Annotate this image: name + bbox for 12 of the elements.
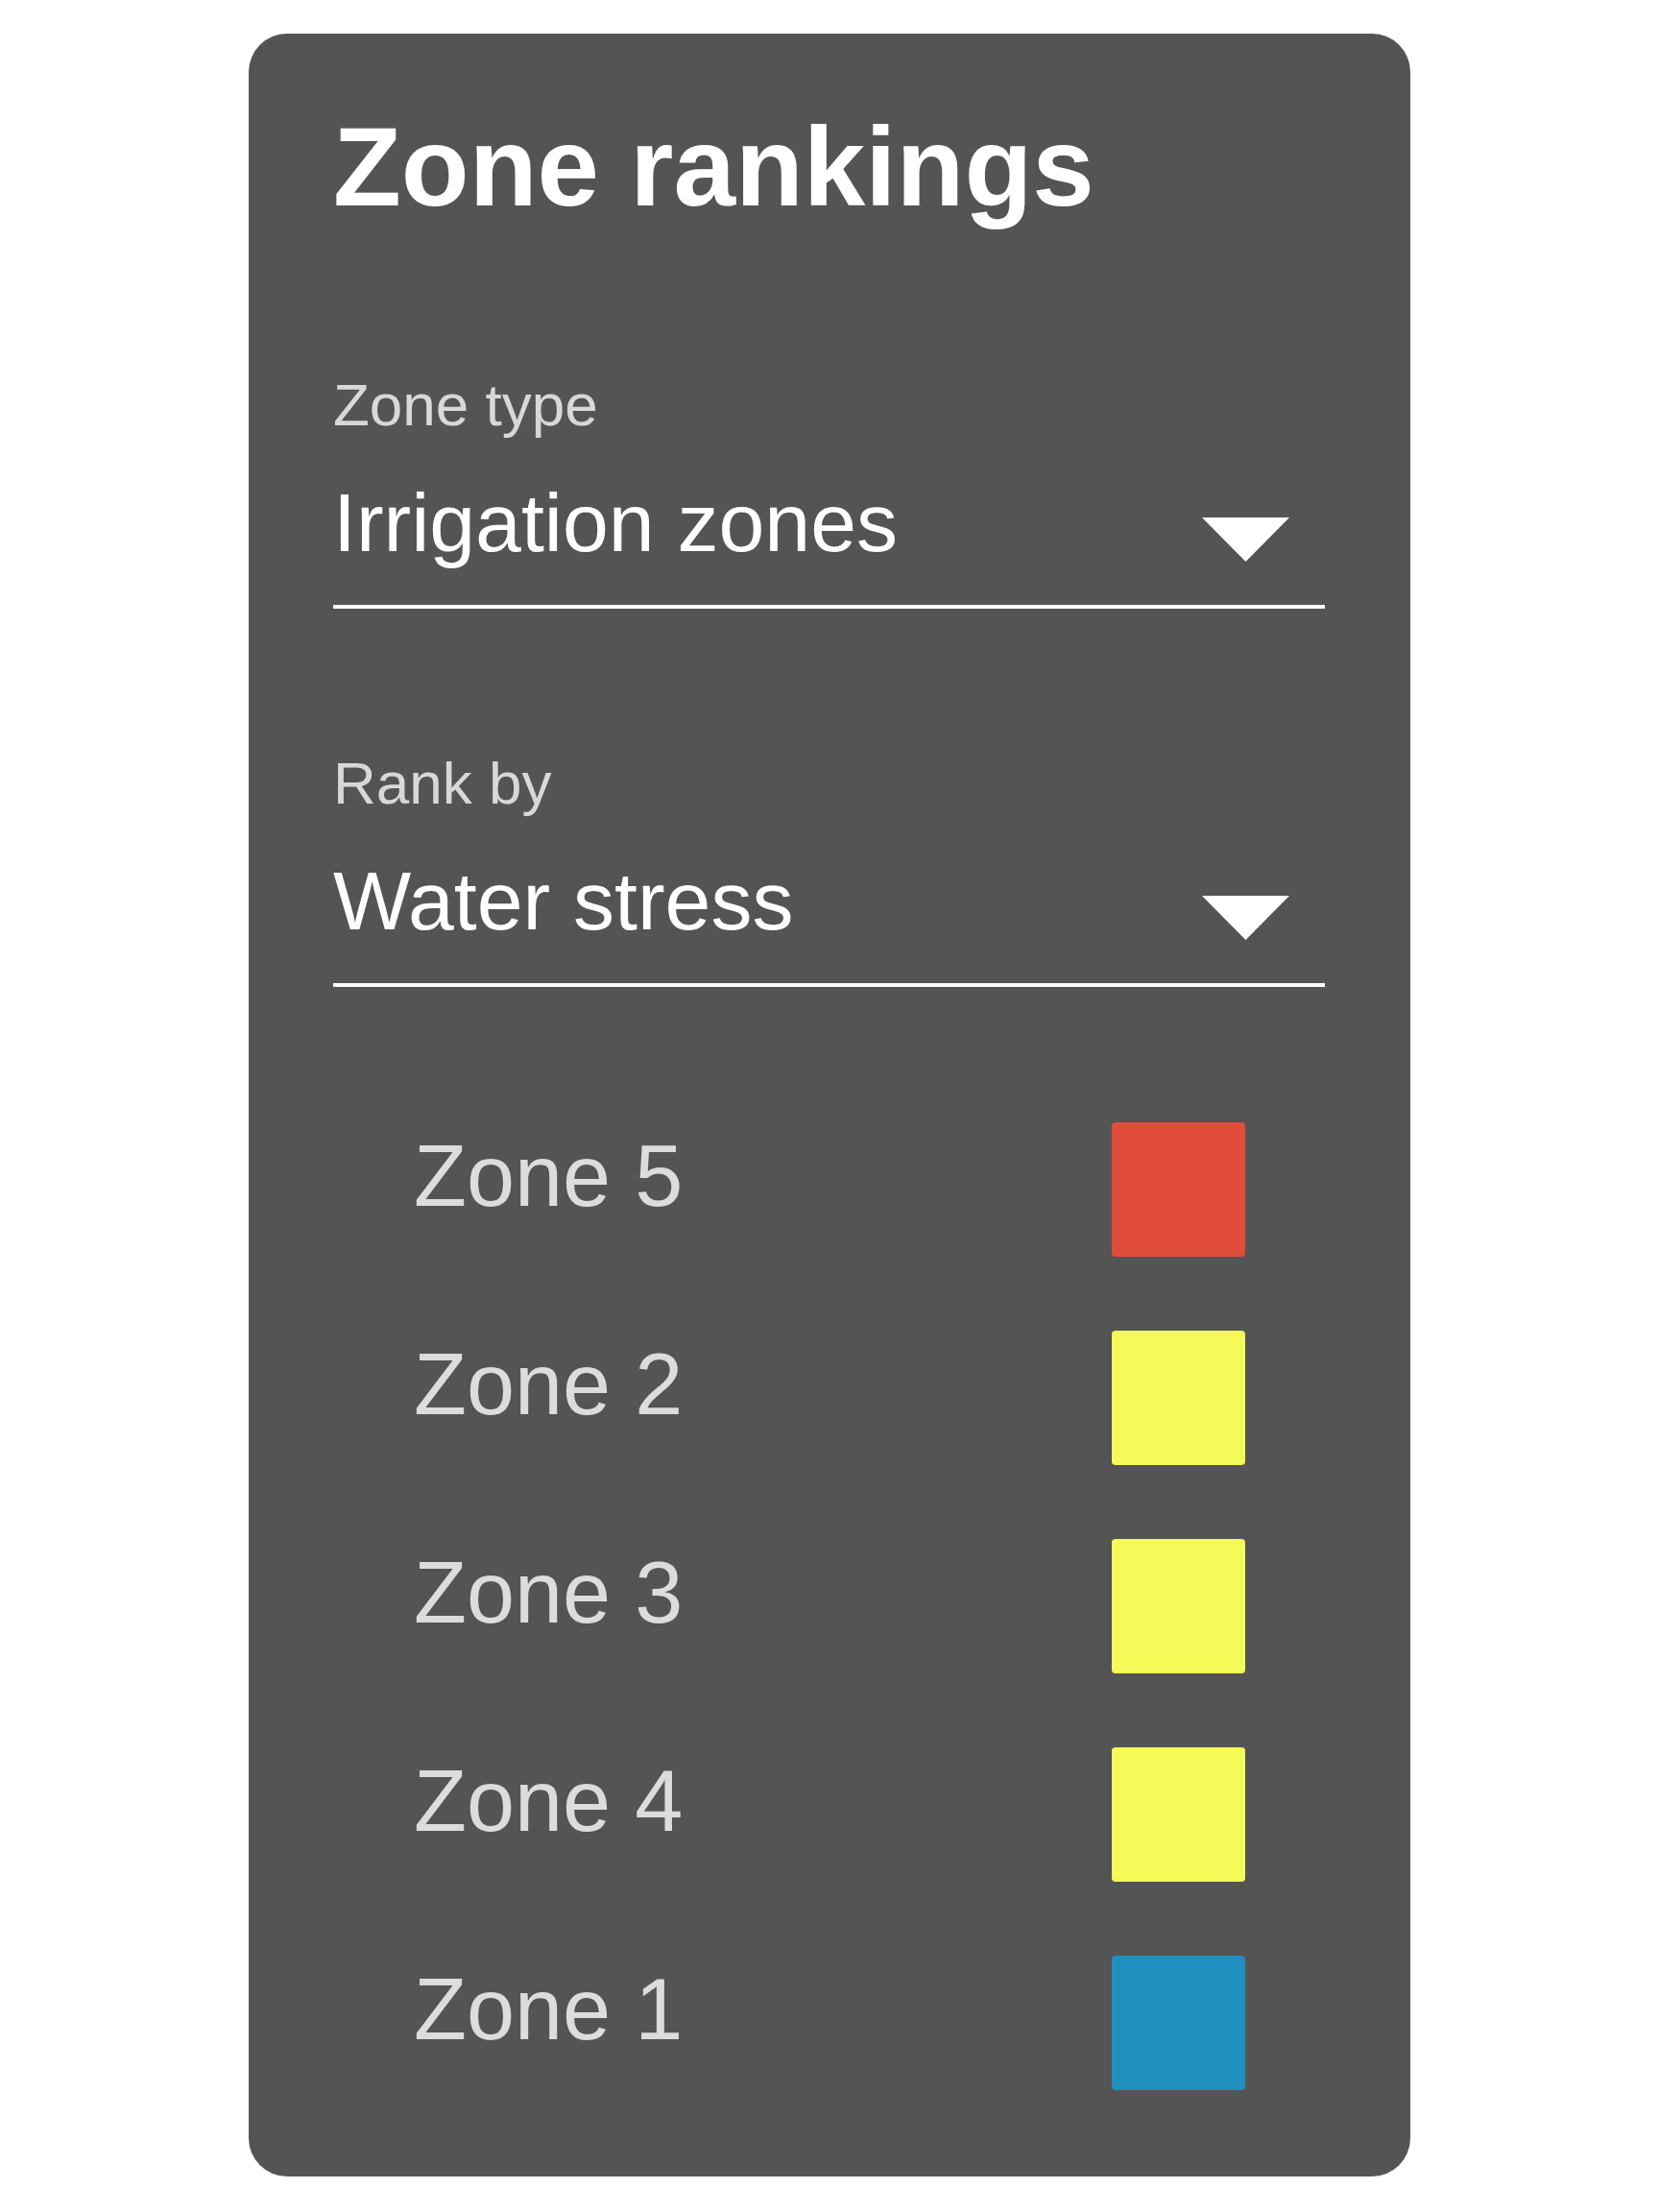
panel-title: Zone rankings bbox=[333, 104, 1094, 231]
zone-name: Zone 3 bbox=[414, 1544, 684, 1643]
field-label: Zone type bbox=[333, 371, 598, 440]
zone-name: Zone 5 bbox=[414, 1127, 684, 1226]
zone-name: Zone 1 bbox=[414, 1960, 684, 2059]
zone-name: Zone 4 bbox=[414, 1752, 684, 1851]
caret-down-icon bbox=[1202, 517, 1289, 562]
select-dropdown[interactable]: Water stress bbox=[333, 854, 1325, 987]
select-dropdown[interactable]: Irrigation zones bbox=[333, 475, 1325, 609]
field-label: Rank by bbox=[333, 749, 552, 818]
zone-name: Zone 2 bbox=[414, 1335, 684, 1434]
caret-down-icon bbox=[1202, 896, 1289, 940]
